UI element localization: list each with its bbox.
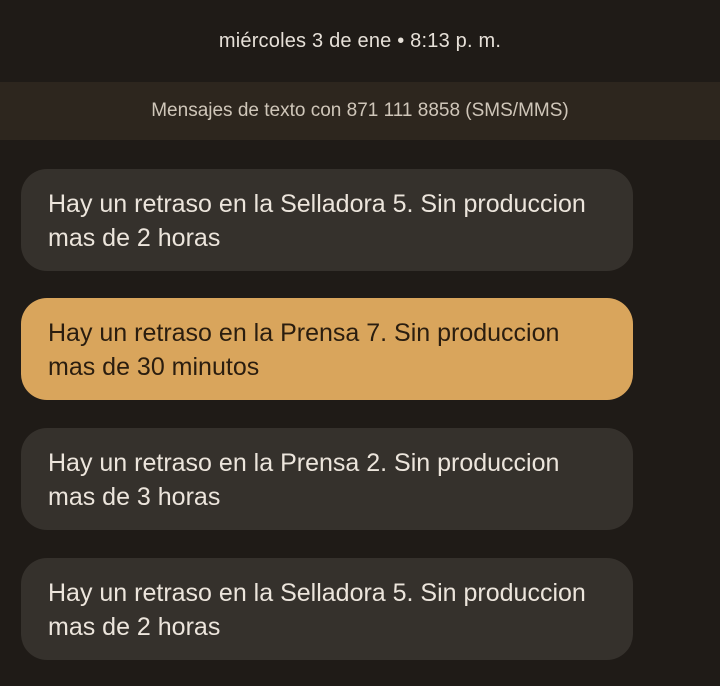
channel-info-banner: Mensajes de texto con 871 111 8858 (SMS/…	[0, 82, 720, 140]
date-timestamp: miércoles 3 de ene • 8:13 p. m.	[218, 30, 502, 52]
message-text: Hay un retraso en la Prensa 7. Sin produ…	[48, 319, 560, 381]
messages-screen: miércoles 3 de ene • 8:13 p. m. Mensajes…	[0, 0, 720, 686]
message-bubble[interactable]: Hay un retraso en la Selladora 5. Sin pr…	[21, 169, 633, 271]
message-text: Hay un retraso en la Selladora 5. Sin pr…	[48, 190, 586, 252]
message-text: Hay un retraso en la Selladora 5. Sin pr…	[48, 579, 586, 641]
message-bubble-selected[interactable]: Hay un retraso en la Prensa 7. Sin produ…	[21, 298, 633, 400]
message-text: Hay un retraso en la Prensa 2. Sin produ…	[48, 449, 560, 511]
message-bubble[interactable]: Hay un retraso en la Prensa 2. Sin produ…	[21, 428, 633, 530]
message-bubble[interactable]: Hay un retraso en la Selladora 5. Sin pr…	[21, 558, 633, 660]
channel-info-text: Mensajes de texto con 871 111 8858 (SMS/…	[151, 100, 569, 121]
